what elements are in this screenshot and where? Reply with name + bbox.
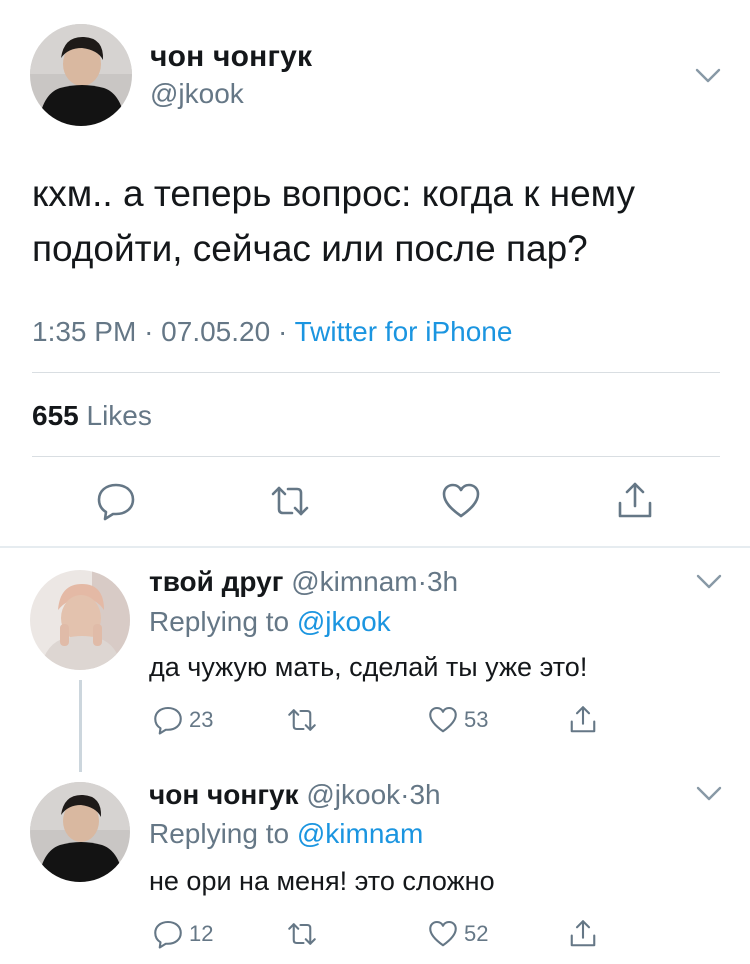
retweet-button[interactable] — [287, 919, 317, 949]
chevron-down-icon[interactable] — [696, 574, 722, 590]
author-handle[interactable]: @jkook — [150, 78, 244, 110]
meta-separator: · — [417, 566, 427, 597]
like-count: 52 — [464, 921, 489, 946]
meta-separator: · — [144, 316, 154, 347]
thread-line — [79, 680, 82, 772]
reply-header: чон чонгук @jkook·3h — [149, 779, 441, 811]
reply-icon — [154, 920, 182, 949]
retweet-button[interactable] — [287, 705, 317, 735]
share-icon — [570, 920, 596, 947]
reply-count: 12 — [189, 921, 214, 946]
reply-time[interactable]: 3h — [409, 779, 440, 810]
like-button[interactable]: 53 — [428, 705, 488, 735]
likes-number: 655 — [32, 400, 79, 431]
replying-to-handle[interactable]: @jkook — [297, 606, 391, 637]
like-icon[interactable] — [441, 481, 481, 521]
replying-prefix: Replying to — [149, 606, 290, 637]
like-icon — [429, 920, 457, 947]
reply-icon[interactable] — [96, 481, 136, 521]
divider — [32, 456, 720, 457]
reply-avatar[interactable] — [30, 782, 130, 882]
retweet-icon — [288, 709, 316, 731]
divider — [32, 372, 720, 373]
tweet-source[interactable]: Twitter for iPhone — [295, 316, 513, 347]
like-icon — [429, 706, 457, 733]
likes-count[interactable]: 655 Likes — [32, 400, 152, 432]
reply-author-handle[interactable]: @jkook — [306, 779, 400, 810]
reply-time[interactable]: 3h — [427, 566, 458, 597]
retweet-icon[interactable] — [270, 481, 310, 521]
reply-count: 23 — [189, 707, 214, 732]
tweet-date[interactable]: 07.05.20 — [161, 316, 270, 347]
author-name[interactable]: чон чонгук — [150, 40, 312, 74]
reply-avatar[interactable] — [30, 570, 130, 670]
replying-to: Replying to @kimnam — [149, 818, 423, 850]
share-icon — [570, 706, 596, 733]
meta-separator: · — [277, 316, 288, 347]
likes-label: Likes — [86, 400, 152, 431]
tweet-time[interactable]: 1:35 PM — [32, 316, 136, 347]
share-button[interactable] — [568, 705, 598, 735]
reply-author-name[interactable]: чон чонгук — [149, 779, 299, 810]
reply-icon — [154, 706, 182, 735]
author-avatar[interactable] — [30, 24, 132, 126]
reply-button[interactable]: 23 — [153, 705, 213, 735]
chevron-down-icon[interactable] — [696, 786, 722, 802]
like-count: 53 — [464, 707, 489, 732]
replying-to: Replying to @jkook — [149, 606, 391, 638]
reply-author-handle[interactable]: @kimnam — [291, 566, 417, 597]
like-button[interactable]: 52 — [428, 919, 488, 949]
tweet-text: кхм.. а теперь вопрос: когда к нему подо… — [32, 173, 636, 269]
replying-to-handle[interactable]: @kimnam — [297, 818, 423, 849]
section-divider — [0, 546, 750, 548]
reply-text: да чужую мать, сделай ты уже это! — [149, 652, 588, 682]
reply-author-name[interactable]: твой друг — [149, 566, 283, 597]
share-icon[interactable] — [615, 481, 655, 521]
replying-prefix: Replying to — [149, 818, 290, 849]
chevron-down-icon[interactable] — [695, 68, 721, 84]
retweet-icon — [288, 923, 316, 945]
reply-text: не ори на меня! это сложно — [149, 866, 495, 896]
reply-header: твой друг @kimnam·3h — [149, 566, 458, 598]
reply-button[interactable]: 12 — [153, 919, 213, 949]
tweet-meta: 1:35 PM · 07.05.20 · Twitter for iPhone — [32, 316, 512, 348]
share-button[interactable] — [568, 919, 598, 949]
